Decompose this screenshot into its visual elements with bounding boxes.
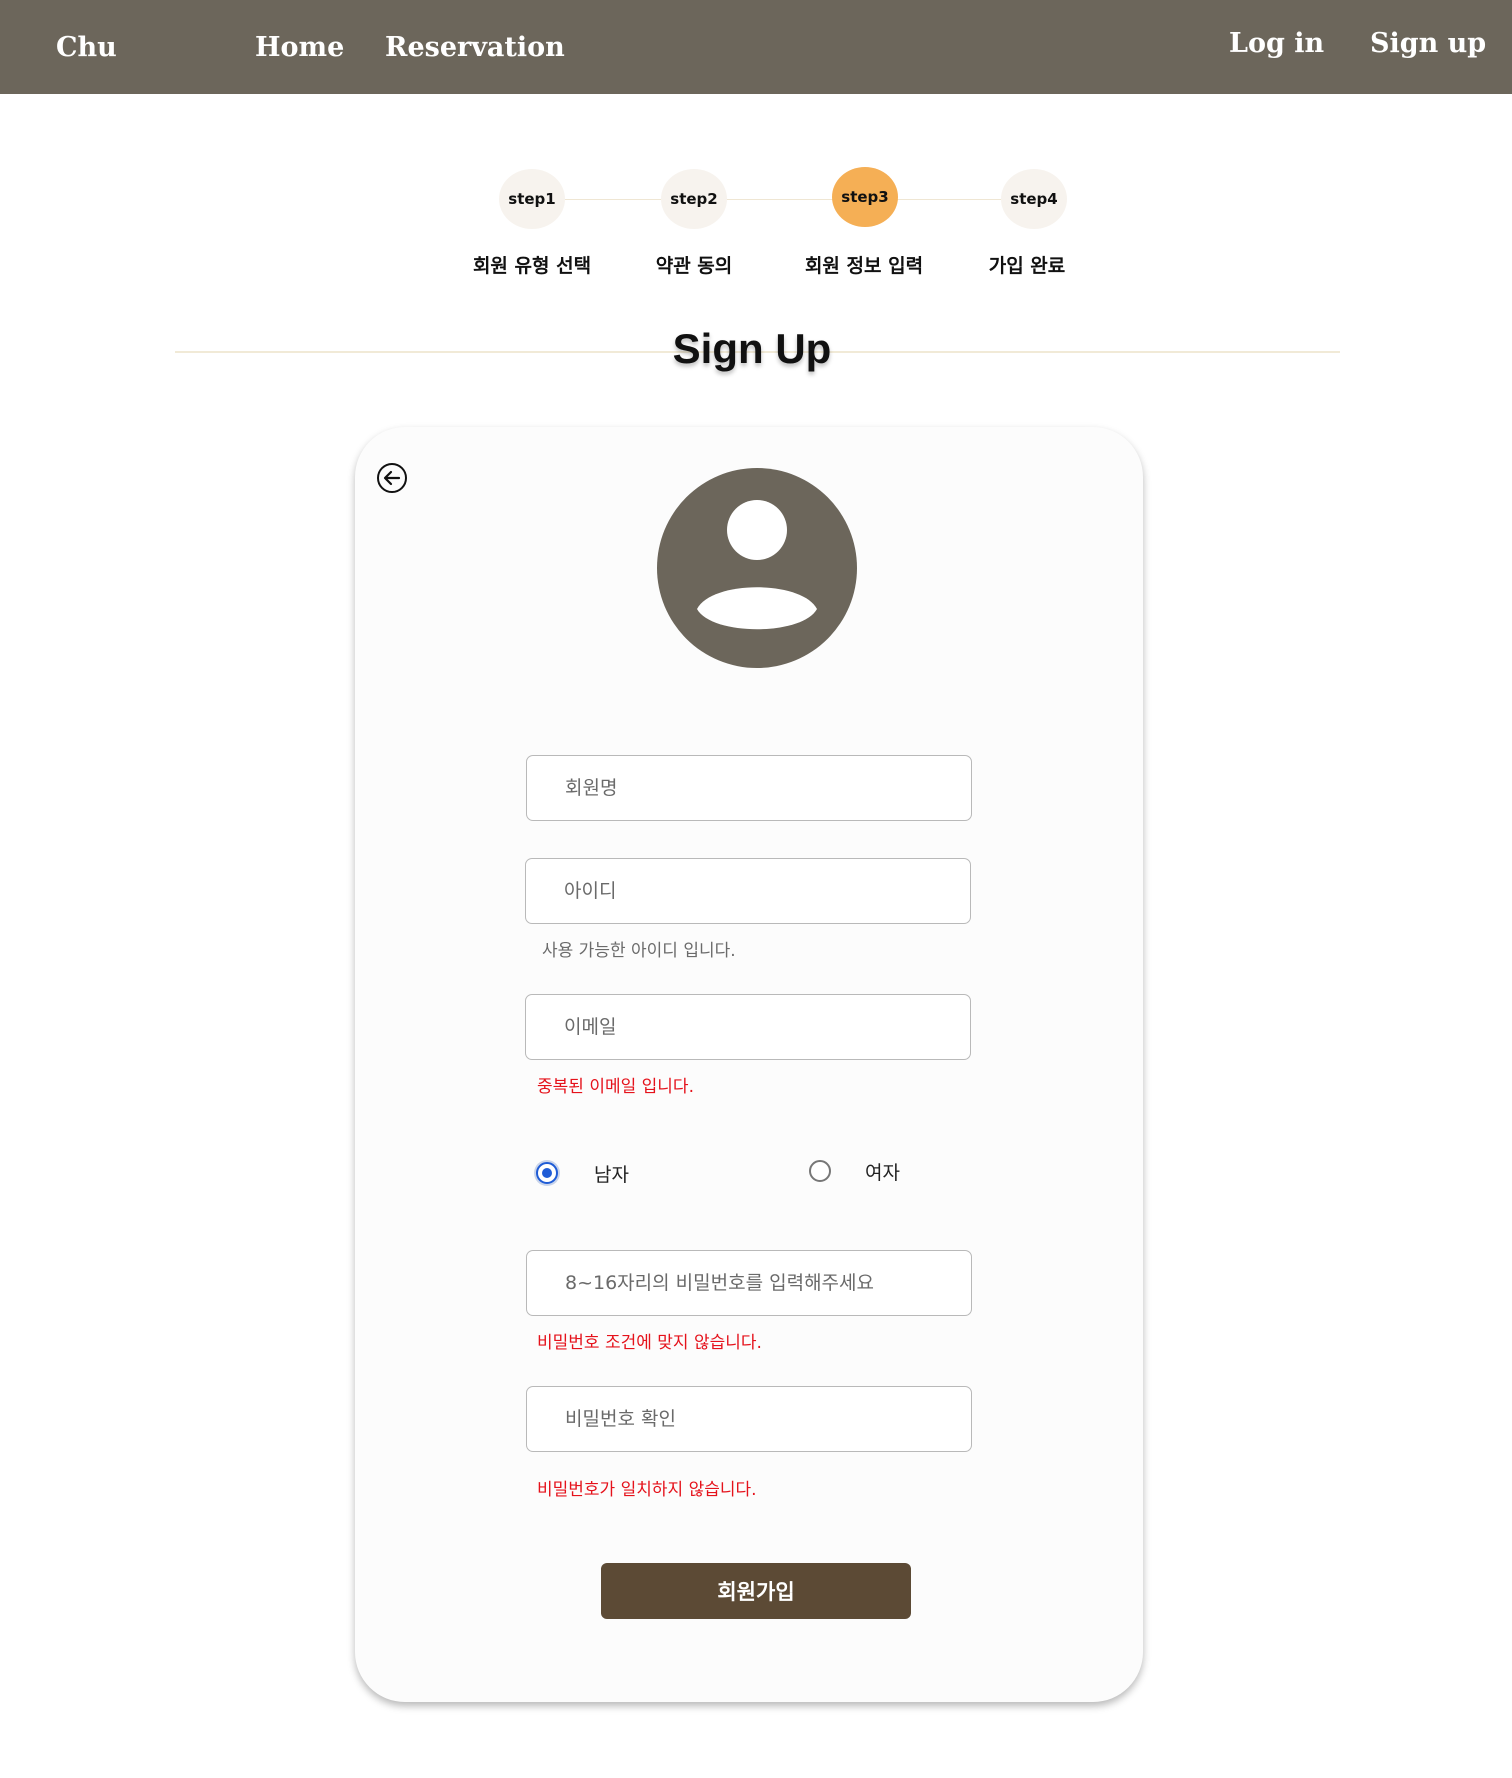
page-title: Sign Up: [672, 325, 832, 372]
member-name-field: [526, 755, 972, 821]
user-id-field: [525, 858, 971, 924]
gender-female-radio[interactable]: [809, 1160, 831, 1182]
step-connector: [727, 199, 835, 200]
member-name-input[interactable]: [527, 756, 971, 820]
gender-male-radio[interactable]: [536, 1162, 558, 1184]
password-field: [526, 1250, 972, 1316]
nav-home-link[interactable]: Home: [255, 31, 344, 65]
nav-login-link[interactable]: Log in: [1229, 27, 1324, 61]
email-field: [525, 994, 971, 1060]
password-confirm-input[interactable]: [527, 1387, 971, 1451]
step-1-label: 회원 유형 선택: [472, 255, 592, 277]
step-4-indicator: step4: [1001, 169, 1067, 229]
email-input[interactable]: [526, 995, 970, 1059]
back-arrow-icon[interactable]: [376, 462, 408, 494]
step-3-label: 회원 정보 입력: [804, 255, 924, 277]
email-error-message: 중복된 이메일 입니다.: [537, 1077, 694, 1097]
nav-signup-link[interactable]: Sign up: [1370, 27, 1486, 61]
step-2-indicator: step2: [661, 169, 727, 229]
top-nav-bar: Chu Home Reservation Log in Sign up: [0, 0, 1512, 94]
password-confirm-field: [526, 1386, 972, 1452]
password-error-message: 비밀번호 조건에 맞지 않습니다.: [537, 1333, 762, 1353]
step-4-label: 가입 완료: [988, 255, 1066, 277]
step-1-indicator: step1: [499, 169, 565, 229]
password-confirm-error-message: 비밀번호가 일치하지 않습니다.: [537, 1480, 757, 1500]
nav-reservation-link[interactable]: Reservation: [385, 31, 565, 65]
signup-submit-button[interactable]: 회원가입: [601, 1563, 911, 1619]
user-id-status-message: 사용 가능한 아이디 입니다.: [542, 941, 736, 961]
user-id-input[interactable]: [526, 859, 970, 923]
password-input[interactable]: [527, 1251, 971, 1315]
user-avatar-icon[interactable]: [657, 468, 857, 668]
brand-logo-link[interactable]: Chu: [56, 31, 117, 65]
step-2-label: 약관 동의: [655, 255, 733, 277]
gender-female-label[interactable]: 여자: [865, 1158, 900, 1185]
step-3-indicator: step3: [832, 167, 898, 227]
gender-male-label[interactable]: 남자: [594, 1160, 629, 1187]
step-connector: [565, 199, 665, 200]
step-connector: [897, 199, 1002, 200]
